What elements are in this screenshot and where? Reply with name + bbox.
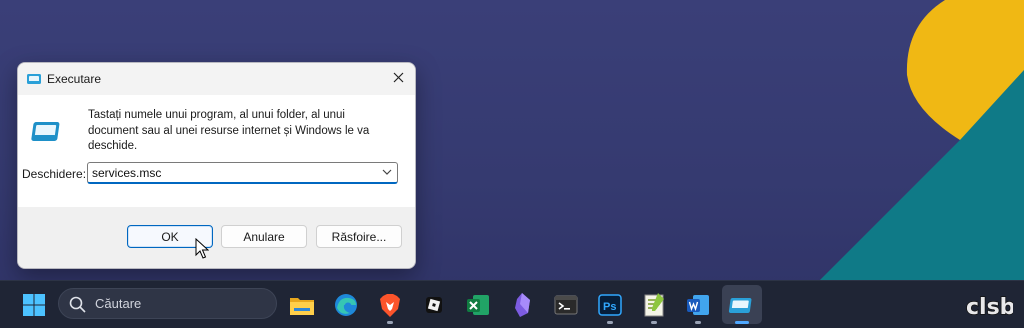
run-taskbar-button[interactable] bbox=[726, 289, 758, 321]
title-bar[interactable]: Executare bbox=[18, 63, 415, 95]
windows-logo-icon bbox=[23, 294, 45, 316]
photoshop-button[interactable]: Ps bbox=[594, 289, 626, 321]
excel-button[interactable] bbox=[462, 289, 494, 321]
search-icon bbox=[69, 296, 86, 313]
word-button[interactable] bbox=[682, 289, 714, 321]
file-explorer-button[interactable] bbox=[286, 289, 318, 321]
excel-icon bbox=[467, 295, 489, 315]
svg-text:clsb: clsb bbox=[966, 295, 1013, 319]
running-indicator bbox=[651, 321, 657, 324]
run-icon bbox=[31, 120, 63, 149]
svg-text:Ps: Ps bbox=[603, 301, 616, 313]
start-button[interactable] bbox=[18, 289, 50, 321]
run-dialog: Executare Tastați numele unui program, a… bbox=[17, 62, 416, 269]
obsidian-icon bbox=[515, 293, 530, 317]
roblox-button[interactable] bbox=[418, 289, 450, 321]
chevron-down-icon[interactable] bbox=[382, 168, 392, 176]
obsidian-button[interactable] bbox=[506, 289, 538, 321]
photoshop-icon: Ps bbox=[598, 294, 622, 316]
running-indicator bbox=[387, 321, 393, 324]
open-input[interactable] bbox=[92, 165, 372, 181]
running-indicator bbox=[695, 321, 701, 324]
run-app-icon bbox=[26, 72, 42, 91]
edge-icon bbox=[335, 294, 357, 316]
folder-icon bbox=[290, 298, 314, 315]
mouse-cursor-icon bbox=[195, 238, 209, 259]
close-button[interactable] bbox=[383, 63, 415, 93]
browse-button[interactable]: Răsfoire... bbox=[316, 225, 402, 248]
edge-button[interactable] bbox=[330, 289, 362, 321]
notepad-plus-plus-button[interactable] bbox=[638, 289, 670, 321]
active-indicator bbox=[735, 321, 749, 324]
notepad-icon bbox=[644, 293, 664, 317]
taskbar: Căutare Ps bbox=[0, 280, 1024, 328]
clsb-watermark-logo: clsb bbox=[965, 294, 1013, 319]
dialog-footer: OK Anulare Răsfoire... bbox=[18, 207, 415, 268]
close-icon bbox=[393, 72, 404, 83]
open-label: Deschidere: bbox=[22, 167, 87, 181]
run-icon bbox=[728, 298, 752, 313]
open-combobox[interactable] bbox=[87, 162, 398, 184]
running-indicator bbox=[607, 321, 613, 324]
brave-button[interactable] bbox=[374, 289, 406, 321]
word-icon bbox=[687, 295, 709, 315]
roblox-icon bbox=[426, 297, 442, 313]
brave-icon bbox=[380, 294, 400, 317]
dialog-title: Executare bbox=[47, 72, 102, 86]
cancel-button[interactable]: Anulare bbox=[221, 225, 307, 248]
terminal-icon bbox=[554, 295, 578, 315]
search-placeholder: Căutare bbox=[95, 296, 142, 311]
terminal-button[interactable] bbox=[550, 289, 582, 321]
instruction-text: Tastați numele unui program, al unui fol… bbox=[88, 109, 370, 152]
taskbar-search-box[interactable]: Căutare bbox=[58, 288, 277, 319]
